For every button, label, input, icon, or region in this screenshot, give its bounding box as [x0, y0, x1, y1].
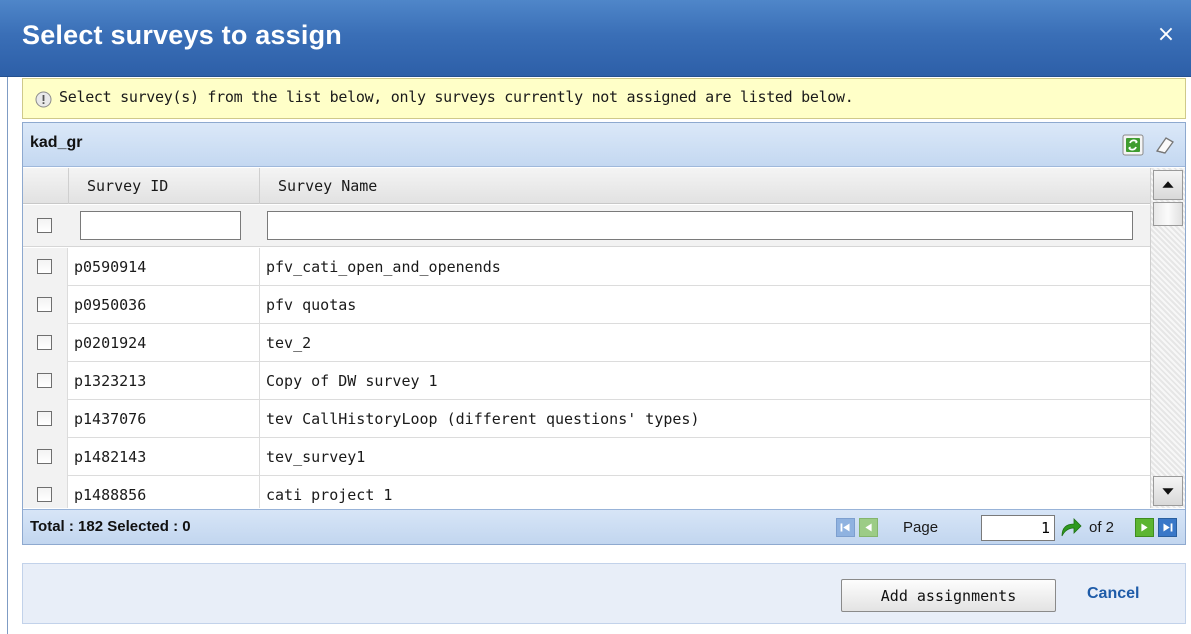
refresh-icon[interactable] [1122, 134, 1144, 156]
column-divider [259, 324, 260, 362]
survey-name-cell: tev_2 [266, 334, 312, 352]
page-number-input[interactable] [981, 515, 1055, 541]
column-divider [259, 400, 260, 438]
checkbox-column-header [23, 168, 69, 204]
table-row[interactable]: p0950036 pfv quotas [23, 286, 1150, 324]
close-icon[interactable]: × [1155, 24, 1177, 46]
table-row[interactable]: p1323213 Copy of DW survey 1 [23, 362, 1150, 400]
group-name: kad_gr [30, 134, 83, 151]
row-checkbox[interactable] [37, 297, 52, 312]
info-icon [35, 91, 52, 108]
survey-name-cell: cati project 1 [266, 486, 393, 504]
eraser-icon[interactable] [1153, 134, 1175, 156]
column-divider [259, 476, 260, 508]
scroll-thumb[interactable] [1153, 202, 1183, 226]
next-page-icon[interactable] [1135, 518, 1154, 537]
go-to-page-icon[interactable] [1059, 516, 1083, 538]
column-divider [259, 286, 260, 324]
column-divider [259, 438, 260, 476]
survey-id-cell: p1323213 [74, 372, 147, 390]
column-label: Survey Name [278, 177, 378, 195]
survey-name-cell: pfv_cati_open_and_openends [266, 258, 501, 276]
row-checkbox[interactable] [37, 487, 52, 502]
scroll-up-icon[interactable] [1153, 170, 1183, 200]
info-banner: Select survey(s) from the list below, on… [22, 78, 1186, 119]
row-checkbox[interactable] [37, 411, 52, 426]
grid-rows: p0590914 pfv_cati_open_and_openends p095… [23, 248, 1150, 508]
first-page-icon[interactable] [836, 518, 855, 537]
info-text: Select survey(s) from the list below, on… [59, 88, 854, 106]
column-divider [259, 362, 260, 400]
grid-header: kad_gr [23, 123, 1185, 167]
page-count-label: of 2 [1089, 519, 1115, 536]
cancel-link[interactable]: Cancel [1087, 585, 1139, 603]
dialog-titlebar: Select surveys to assign × [0, 0, 1191, 77]
dialog-left-border [7, 77, 8, 634]
page-label: Page [903, 519, 939, 536]
column-header-survey-id[interactable]: Survey ID [69, 168, 260, 204]
previous-page-icon[interactable] [859, 518, 878, 537]
table-row[interactable]: p0590914 pfv_cati_open_and_openends [23, 248, 1150, 286]
dialog-title: Select surveys to assign [22, 20, 342, 50]
vertical-scrollbar[interactable] [1150, 168, 1185, 508]
survey-id-cell: p0201924 [74, 334, 147, 352]
row-checkbox[interactable] [37, 335, 52, 350]
survey-id-cell: p0950036 [74, 296, 147, 314]
survey-name-cell: tev CallHistoryLoop (different questions… [266, 410, 700, 428]
survey-id-cell: p0590914 [74, 258, 147, 276]
select-all-checkbox[interactable] [37, 218, 52, 233]
selection-summary: Total : 182 Selected : 0 [30, 518, 191, 535]
survey-name-cell: tev_survey1 [266, 448, 366, 466]
row-checkbox[interactable] [37, 373, 52, 388]
row-checkbox[interactable] [37, 449, 52, 464]
survey-id-cell: p1437076 [74, 410, 147, 428]
filter-row [23, 205, 1150, 247]
survey-grid: kad_gr Survey ID Survey Name p0590914 pf… [22, 122, 1186, 545]
survey-id-filter-input[interactable] [80, 211, 241, 240]
dialog-action-bar: Add assignments Cancel [22, 563, 1186, 624]
table-row[interactable]: p0201924 tev_2 [23, 324, 1150, 362]
survey-id-cell: p1482143 [74, 448, 147, 466]
table-row[interactable]: p1482143 tev_survey1 [23, 438, 1150, 476]
survey-id-cell: p1488856 [74, 486, 147, 504]
column-header-survey-name[interactable]: Survey Name [260, 168, 1150, 204]
column-divider [259, 248, 260, 286]
last-page-icon[interactable] [1158, 518, 1177, 537]
column-label: Survey ID [87, 177, 169, 195]
table-row[interactable]: p1437076 tev CallHistoryLoop (different … [23, 400, 1150, 438]
table-row[interactable]: p1488856 cati project 1 [23, 476, 1150, 508]
survey-name-cell: Copy of DW survey 1 [266, 372, 438, 390]
grid-footer: Total : 182 Selected : 0 Page of 2 [23, 509, 1185, 544]
column-header-row: Survey ID Survey Name [23, 168, 1150, 204]
add-assignments-button[interactable]: Add assignments [841, 579, 1056, 612]
scroll-down-icon[interactable] [1153, 476, 1183, 506]
row-checkbox[interactable] [37, 259, 52, 274]
survey-name-cell: pfv quotas [266, 296, 357, 314]
survey-name-filter-input[interactable] [267, 211, 1133, 240]
